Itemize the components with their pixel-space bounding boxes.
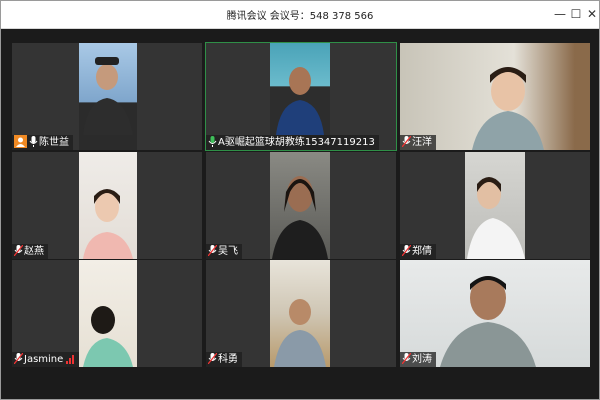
participant-tile[interactable]: Jasmine xyxy=(12,260,202,367)
person-silhouette xyxy=(83,189,133,259)
participant-video xyxy=(270,260,330,367)
participant-label: 刘涛 xyxy=(400,352,436,367)
participant-name: 汪洋 xyxy=(412,137,432,148)
participant-video xyxy=(465,152,525,259)
participant-label: 陈世益 xyxy=(12,135,73,150)
person-silhouette xyxy=(83,57,133,135)
microphone-muted-icon xyxy=(401,244,412,257)
participant-name: 陈世益 xyxy=(39,137,69,148)
participant-name: 刘涛 xyxy=(412,354,432,365)
participant-video xyxy=(400,260,590,367)
person-silhouette xyxy=(467,177,525,259)
participant-video xyxy=(79,260,137,367)
host-icon xyxy=(14,135,27,148)
participant-name: 科勇 xyxy=(218,354,238,365)
participant-video xyxy=(270,43,330,150)
participant-label: 科勇 xyxy=(206,352,242,367)
participant-tile[interactable]: 赵燕 xyxy=(12,152,202,259)
participant-tile[interactable]: 科勇 xyxy=(206,260,396,367)
microphone-muted-icon xyxy=(13,352,24,365)
microphone-muted-icon xyxy=(401,135,412,148)
microphone-muted-icon xyxy=(207,352,218,365)
signal-strength-icon xyxy=(66,355,75,364)
title-bar: 腾讯会议 会议号：548 378 566 — ☐ ✕ xyxy=(1,1,599,29)
participant-tile[interactable]: A驱崛起篮球胡教练15347119213 xyxy=(205,42,397,151)
participant-tile[interactable]: 刘涛 xyxy=(400,260,590,367)
microphone-muted-icon xyxy=(13,244,24,257)
participant-name: 赵燕 xyxy=(24,246,44,257)
meeting-window: 腾讯会议 会议号：548 378 566 — ☐ ✕ 陈世益 A驱崛起篮球胡教练… xyxy=(0,0,600,400)
person-silhouette xyxy=(272,176,328,259)
microphone-muted-icon xyxy=(401,352,412,365)
participant-tile[interactable]: 汪洋 xyxy=(400,43,590,150)
person-silhouette xyxy=(83,306,133,367)
participant-video xyxy=(270,152,330,259)
participant-label: 赵燕 xyxy=(12,244,48,259)
person-silhouette xyxy=(276,67,324,135)
close-button[interactable]: ✕ xyxy=(583,5,600,23)
participant-name: Jasmine xyxy=(24,354,64,365)
person-silhouette xyxy=(274,299,326,367)
participant-label: Jasmine xyxy=(12,352,80,367)
participant-label: 汪洋 xyxy=(400,135,436,150)
participant-tile[interactable]: 郑倩 xyxy=(400,152,590,259)
microphone-icon xyxy=(29,136,38,147)
participant-label: 郑倩 xyxy=(400,244,436,259)
microphone-icon xyxy=(208,136,217,147)
participant-name: 郑倩 xyxy=(412,246,432,257)
participant-label: 吴飞 xyxy=(206,244,242,259)
participant-name: 吴飞 xyxy=(218,246,238,257)
participant-label: A驱崛起篮球胡教练15347119213 xyxy=(206,135,379,150)
participant-tile[interactable]: 陈世益 xyxy=(12,43,202,150)
window-title: 腾讯会议 会议号：548 378 566 xyxy=(226,11,374,22)
participant-name: A驱崛起篮球胡教练15347119213 xyxy=(218,137,375,148)
microphone-muted-icon xyxy=(207,244,218,257)
person-silhouette xyxy=(440,276,536,367)
video-grid: 陈世益 A驱崛起篮球胡教练15347119213 汪洋 赵燕 吴飞 郑倩 Jas… xyxy=(12,42,590,367)
participant-video xyxy=(400,43,590,150)
participant-tile[interactable]: 吴飞 xyxy=(206,152,396,259)
participant-video xyxy=(79,152,137,259)
person-silhouette xyxy=(472,67,544,150)
participant-video xyxy=(79,43,137,150)
